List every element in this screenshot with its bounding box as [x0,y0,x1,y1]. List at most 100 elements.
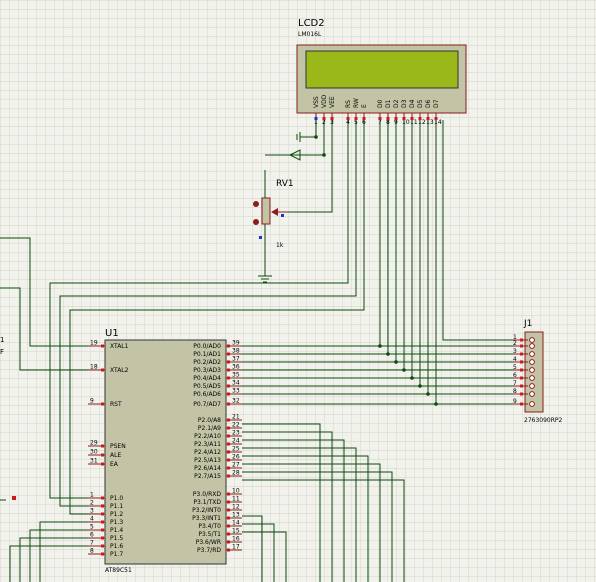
connector-pin-number: 4 [513,356,517,363]
lcd-pin-label: D1 [385,99,392,108]
edge-label-1: 1 [0,336,4,344]
mcu-left-pin-number: 2 [90,500,94,507]
pot-pin-marker [281,214,284,217]
mcu-right-pin-label: P3.0/RXD [193,491,221,498]
mcu-right-pin-number: 23 [232,430,240,437]
mcu-right-pin-label: P2.2/A10 [194,433,221,440]
mcu-right-pin-number: 12 [232,504,240,511]
mcu-right-pin-number: 22 [232,422,240,429]
lcd-pin-label: D3 [401,99,408,108]
mcu-right-pin-marker [227,516,230,520]
lcd-part: LM016L [298,31,322,38]
lcd-pin-number: 3 [330,119,334,126]
connector-pin-socket [529,359,535,365]
mcu-right-pin-marker [227,442,230,446]
schematic-canvas[interactable]: 1 F LCD2 LM016L VSS1VDD2VEE3RS4RW5E6D07D… [0,0,596,582]
connector-pin-marker [520,402,523,406]
mcu-right-pin-number: 37 [232,356,240,363]
mcu-right-pin-marker [227,548,230,552]
lcd-screen [305,50,459,89]
mcu-right-pin-number: 13 [232,512,240,519]
mcu-right-pin-number: 14 [232,520,240,527]
mcu-left-pin-label: P1.0 [110,495,123,502]
connector-pin-number: 7 [513,380,517,387]
mcu-left-pin-label: PSEN [110,443,126,450]
lcd-pin-number: 9 [394,119,398,126]
mcu-right-pin-number: 32 [232,398,240,405]
connector-pin-number: 5 [513,364,517,371]
mcu-left-pin-number: 6 [90,532,94,539]
mcu-right-pin-label: P0.7/AD7 [193,401,221,408]
mcu-right-pin-number: 17 [232,544,240,551]
mcu-right-pin-number: 10 [232,488,240,495]
lcd-pin-number: 6 [362,119,366,126]
mcu-left-pin-marker [101,453,104,457]
lcd-pin-number: 1 [314,119,318,126]
mcu-right-pin-label: P3.5/T1 [198,531,221,538]
edge-label-f: F [0,348,4,356]
mcu-left-pin-label: P1.3 [110,519,123,526]
connector-pin-number: 9 [513,398,517,405]
lcd-pin-marker [354,117,358,120]
mcu-right-pin-number: 16 [232,536,240,543]
mcu-right-pin-marker [227,384,230,388]
lcd-pin-label: E [361,104,368,108]
connector-pin-socket [529,401,535,407]
lcd-pin-number: 4 [346,119,350,126]
lcd-ref: LCD2 [298,18,325,29]
mcu-left-pin-marker [101,528,104,532]
mcu-left-pin-number: 8 [90,548,94,555]
pot-increment-icon[interactable] [253,201,259,207]
lcd-pin-label: D4 [409,99,416,108]
mcu-right-pin-marker [227,474,230,478]
mcu-left-pin-number: 30 [90,449,98,456]
mcu-right-pin-number: 25 [232,446,240,453]
mcu-left-pin-label: P1.7 [110,551,123,558]
mcu-right-pin-label: P3.3/INT1 [192,515,221,522]
mcu-right-pin-marker [227,418,230,422]
mcu-right-pin-label: P2.4/A12 [194,449,221,456]
mcu-left-pin-number: 31 [90,458,98,465]
connector-pin-socket [529,367,535,373]
connector-ref: J1 [523,319,532,329]
microcontroller[interactable]: U1 AT89C51 19 XTAL118 XTAL29 RST29 PSEN30 ALE… [88,328,242,574]
mcu-right-pin-label: P0.6/AD6 [193,391,221,398]
mcu-left-pin-label: XTAL2 [110,367,129,374]
connector-pin-socket [529,343,535,349]
pot-body [261,197,271,225]
mcu-right-pin-label: P2.7/A15 [194,473,221,480]
pot-value: 1k [276,242,284,249]
lcd-pin-marker [418,117,422,120]
mcu-left-pin-marker [101,344,104,348]
mcu-left-pin-marker [101,368,104,372]
mcu-right-pin-number: 36 [232,364,240,371]
connector-pin-number: 3 [513,348,517,355]
connector-pin-socket [529,375,535,381]
connector-pin-marker [520,352,523,356]
pot-decrement-icon[interactable] [253,219,259,225]
lcd-pin-number: 13 [426,119,434,126]
mcu-left-pin-marker [101,544,104,548]
mcu-right-pin-marker [227,500,230,504]
lcd-pin-number: 8 [386,119,390,126]
mcu-right-pin-marker [227,392,230,396]
mcu-left-pin-label: P1.6 [110,543,123,550]
lcd-pin-number: 12 [418,119,426,126]
connector-pin-marker [520,376,523,380]
mcu-right-pin-label: P3.7/RD [197,547,221,554]
mcu-right-pin-label: P2.5/A13 [194,457,221,464]
mcu-left-pin-marker [101,496,104,500]
connector-pin-marker [520,344,523,348]
mcu-right-pin-label: P0.5/AD5 [193,383,221,390]
mcu-left-pin-marker [101,536,104,540]
mcu-left-pin-number: 1 [90,492,94,499]
lcd-pin-marker [330,117,334,120]
mcu-left-pin-number: 9 [90,398,94,405]
mcu-right-pin-number: 38 [232,348,240,355]
mcu-right-pin-number: 33 [232,388,240,395]
mcu-right-pin-marker [227,458,230,462]
mcu-part: AT89C51 [105,567,132,574]
lcd-pin-marker [434,117,438,120]
mcu-left-pin-marker [101,444,104,448]
mcu-left-pin-marker [101,504,104,508]
